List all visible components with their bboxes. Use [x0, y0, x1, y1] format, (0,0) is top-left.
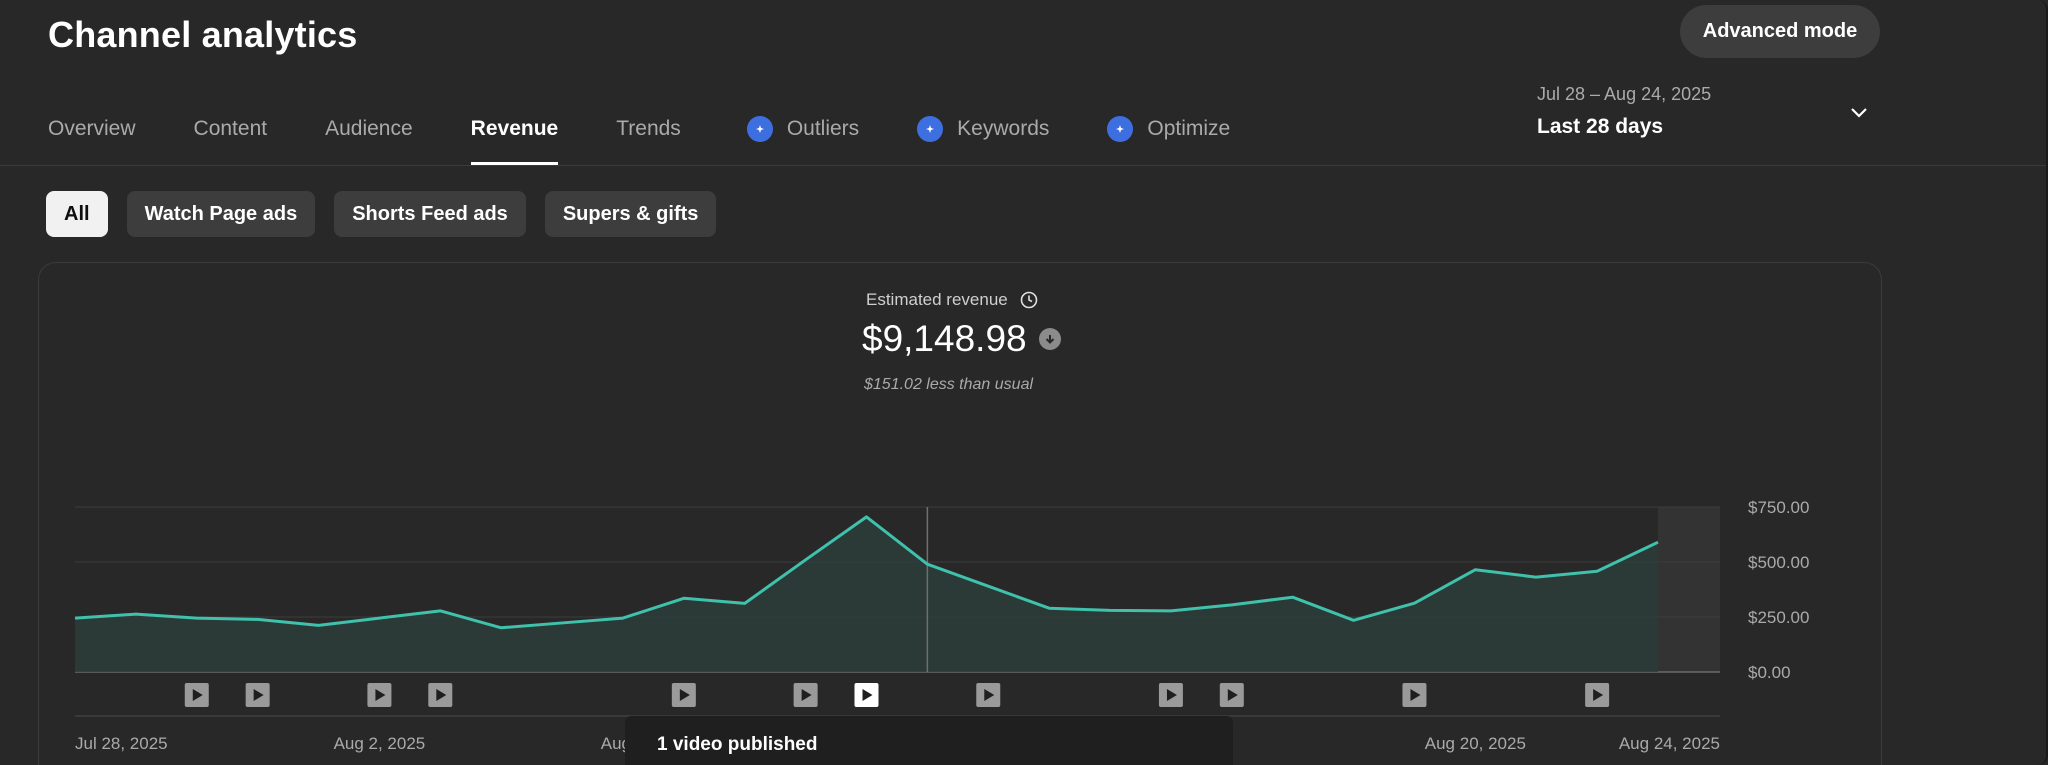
- video-published-marker[interactable]: [793, 683, 818, 707]
- video-published-marker[interactable]: [1158, 683, 1183, 707]
- video-published-marker[interactable]: [1585, 683, 1610, 707]
- x-tick-label: Aug 2, 2025: [334, 734, 426, 753]
- video-published-marker[interactable]: [1219, 683, 1244, 707]
- y-tick-label: $250.00: [1748, 608, 1809, 627]
- x-tick-label: Jul 28, 2025: [75, 734, 168, 753]
- y-tick-label: $0.00: [1748, 663, 1791, 682]
- partial-period-shade: [1658, 507, 1720, 672]
- y-tick-label: $500.00: [1748, 553, 1809, 572]
- x-tick-label: Aug 20, 2025: [1425, 734, 1526, 753]
- video-published-marker[interactable]: [367, 683, 392, 707]
- video-published-marker[interactable]: [428, 683, 453, 707]
- video-published-marker[interactable]: [671, 683, 696, 707]
- video-published-marker[interactable]: [1402, 683, 1427, 707]
- revenue-chart: $0.00 $250.00 $500.00 $750.00 Jul 28, 2025 Au…: [74, 498, 1809, 753]
- analytics-page: Channel analytics Advanced mode Overview…: [0, 0, 2048, 765]
- chart-tooltip: 1 video published: [625, 716, 1233, 765]
- video-published-marker[interactable]: [976, 683, 1001, 707]
- video-published-marker[interactable]: [854, 683, 879, 707]
- revenue-area: [75, 516, 1658, 672]
- y-tick-label: $750.00: [1748, 498, 1809, 517]
- tooltip-text: 1 video published: [657, 734, 818, 755]
- video-published-marker[interactable]: [245, 683, 270, 707]
- video-published-marker[interactable]: [184, 683, 209, 707]
- x-tick-label: Aug 24, 2025: [1619, 734, 1720, 753]
